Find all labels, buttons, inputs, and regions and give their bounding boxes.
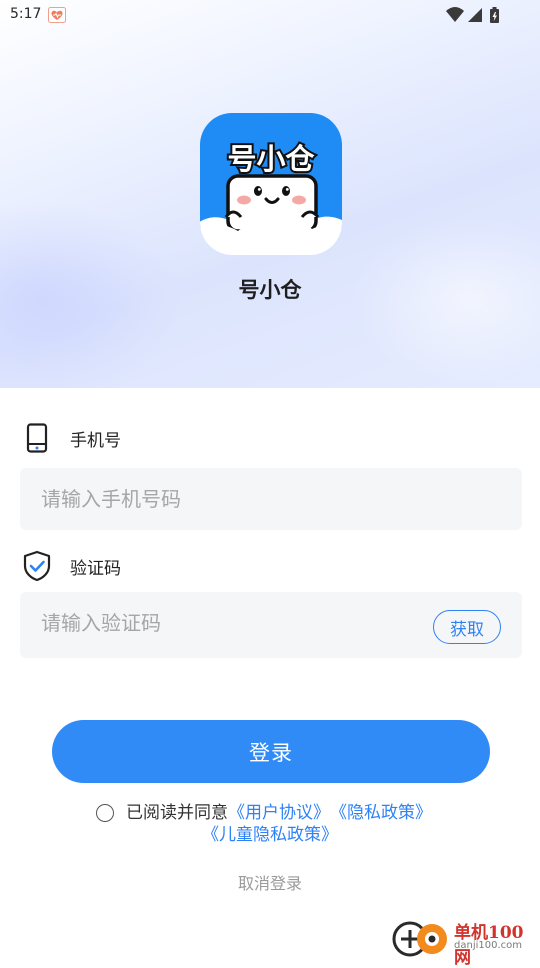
- user-agreement-link[interactable]: 《用户协议》: [228, 802, 330, 824]
- children-privacy-policy-link[interactable]: 《儿童隐私政策》: [202, 825, 338, 845]
- code-label-row: 验证码: [22, 550, 121, 582]
- agreement-prefix: 已阅读并同意: [126, 803, 228, 823]
- wifi-icon: [446, 7, 464, 22]
- phone-input[interactable]: [20, 468, 400, 530]
- status-icons: [446, 6, 508, 24]
- app-logo: 号小仓: [200, 113, 342, 255]
- get-code-button[interactable]: 获取: [433, 610, 501, 644]
- code-label: 验证码: [70, 558, 121, 579]
- phone-input-box: [20, 468, 522, 530]
- phone-label-row: 手机号: [22, 423, 121, 453]
- watermark-url: danji100.com: [454, 940, 522, 951]
- phone-icon: [22, 423, 52, 453]
- login-button[interactable]: 登录: [52, 720, 490, 783]
- status-time: 5:17: [10, 6, 42, 22]
- cancel-login-link[interactable]: 取消登录: [0, 870, 540, 894]
- app-name: 号小仓: [238, 278, 302, 302]
- phone-label: 手机号: [70, 430, 121, 451]
- agreement-checkbox[interactable]: [96, 804, 114, 822]
- signal-icon: [468, 8, 482, 22]
- heart-badge-icon: [48, 7, 66, 23]
- watermark-logo-icon: [392, 921, 447, 957]
- code-input[interactable]: [20, 592, 400, 654]
- agreement: 已阅读并同意 《用户协议》 《隐私政策》 《儿童隐私政策》: [0, 802, 540, 846]
- battery-icon: [490, 7, 499, 23]
- code-input-box: 获取: [20, 592, 522, 658]
- privacy-policy-link[interactable]: 《隐私政策》: [330, 802, 432, 824]
- logo-text: 号小仓: [227, 142, 315, 176]
- shield-check-icon: [22, 550, 52, 582]
- watermark: 单机100网 danji100.com: [390, 914, 540, 968]
- status-bar: 5:17: [0, 0, 540, 30]
